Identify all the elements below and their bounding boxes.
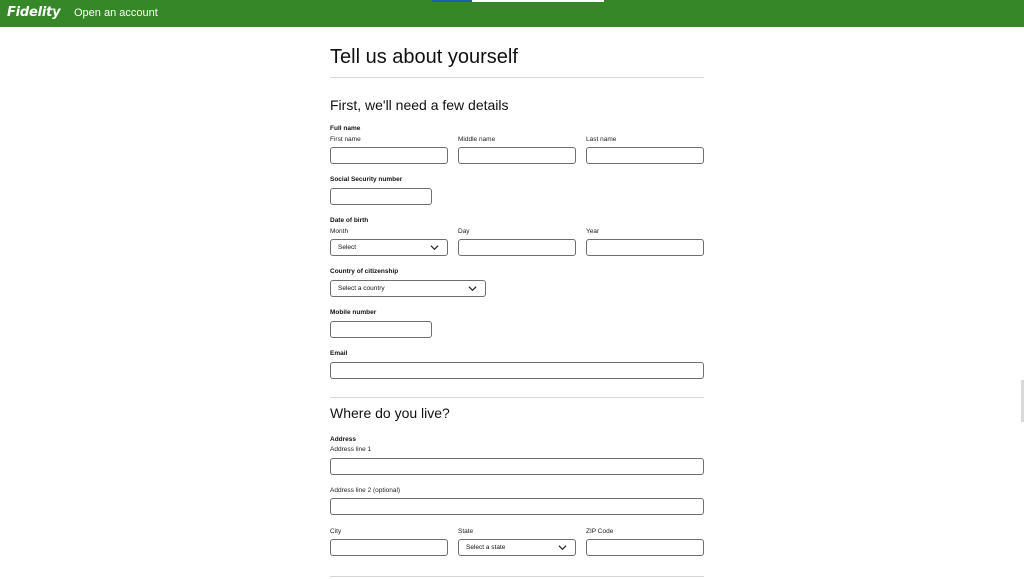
citizenship-label: Country of citizenship [330,268,399,275]
first-name-input[interactable] [330,147,448,164]
page-title: Tell us about yourself [330,46,518,68]
top-navigation-bar: Fidelity Open an account [0,0,1024,27]
address-line1-input[interactable] [330,458,704,475]
last-name-label: Last name [586,136,617,143]
month-select[interactable]: Select [330,239,448,256]
city-input[interactable] [330,539,448,556]
chevron-down-icon [430,245,439,251]
address-section-title: Where do you live? [330,405,450,421]
city-label: City [330,528,342,535]
year-label: Year [586,228,600,235]
header-title: Open an account [74,7,158,19]
title-divider [330,77,704,78]
chevron-down-icon [558,545,567,551]
address-line1-label: Address line 1 [330,446,372,453]
email-label: Email [330,350,348,357]
full-name-label: Full name [330,125,361,132]
day-input[interactable] [458,239,576,256]
state-select-value: Select a state [466,544,506,551]
zip-label: ZIP Code [586,528,614,535]
email-input[interactable] [330,362,704,379]
middle-name-input[interactable] [458,147,576,164]
first-name-label: First name [330,136,361,143]
year-input[interactable] [586,239,704,256]
address-line2-label: Address line 2 (optional) [330,487,401,494]
ssn-input[interactable] [330,188,432,205]
section-divider [330,397,704,398]
state-select[interactable]: Select a state [458,539,576,556]
zip-input[interactable] [586,539,704,556]
mobile-label: Mobile number [330,309,377,316]
address-label: Address [330,436,357,443]
mobile-input[interactable] [330,321,432,338]
bottom-divider [330,576,704,577]
address-line2-input[interactable] [330,498,704,515]
day-label: Day [458,228,470,235]
state-label: State [458,528,474,535]
citizenship-select-value: Select a country [338,285,385,292]
middle-name-label: Middle name [458,136,496,143]
dob-label: Date of birth [330,217,369,224]
fidelity-logo[interactable]: Fidelity [7,5,61,20]
last-name-input[interactable] [586,147,704,164]
details-section-title: First, we'll need a few details [330,97,509,113]
month-select-value: Select [338,244,357,251]
progress-indicator [432,0,472,2]
ssn-label: Social Security number [330,176,403,183]
citizenship-select[interactable]: Select a country [330,280,486,297]
chevron-down-icon [468,286,477,292]
month-label: Month [330,228,349,235]
